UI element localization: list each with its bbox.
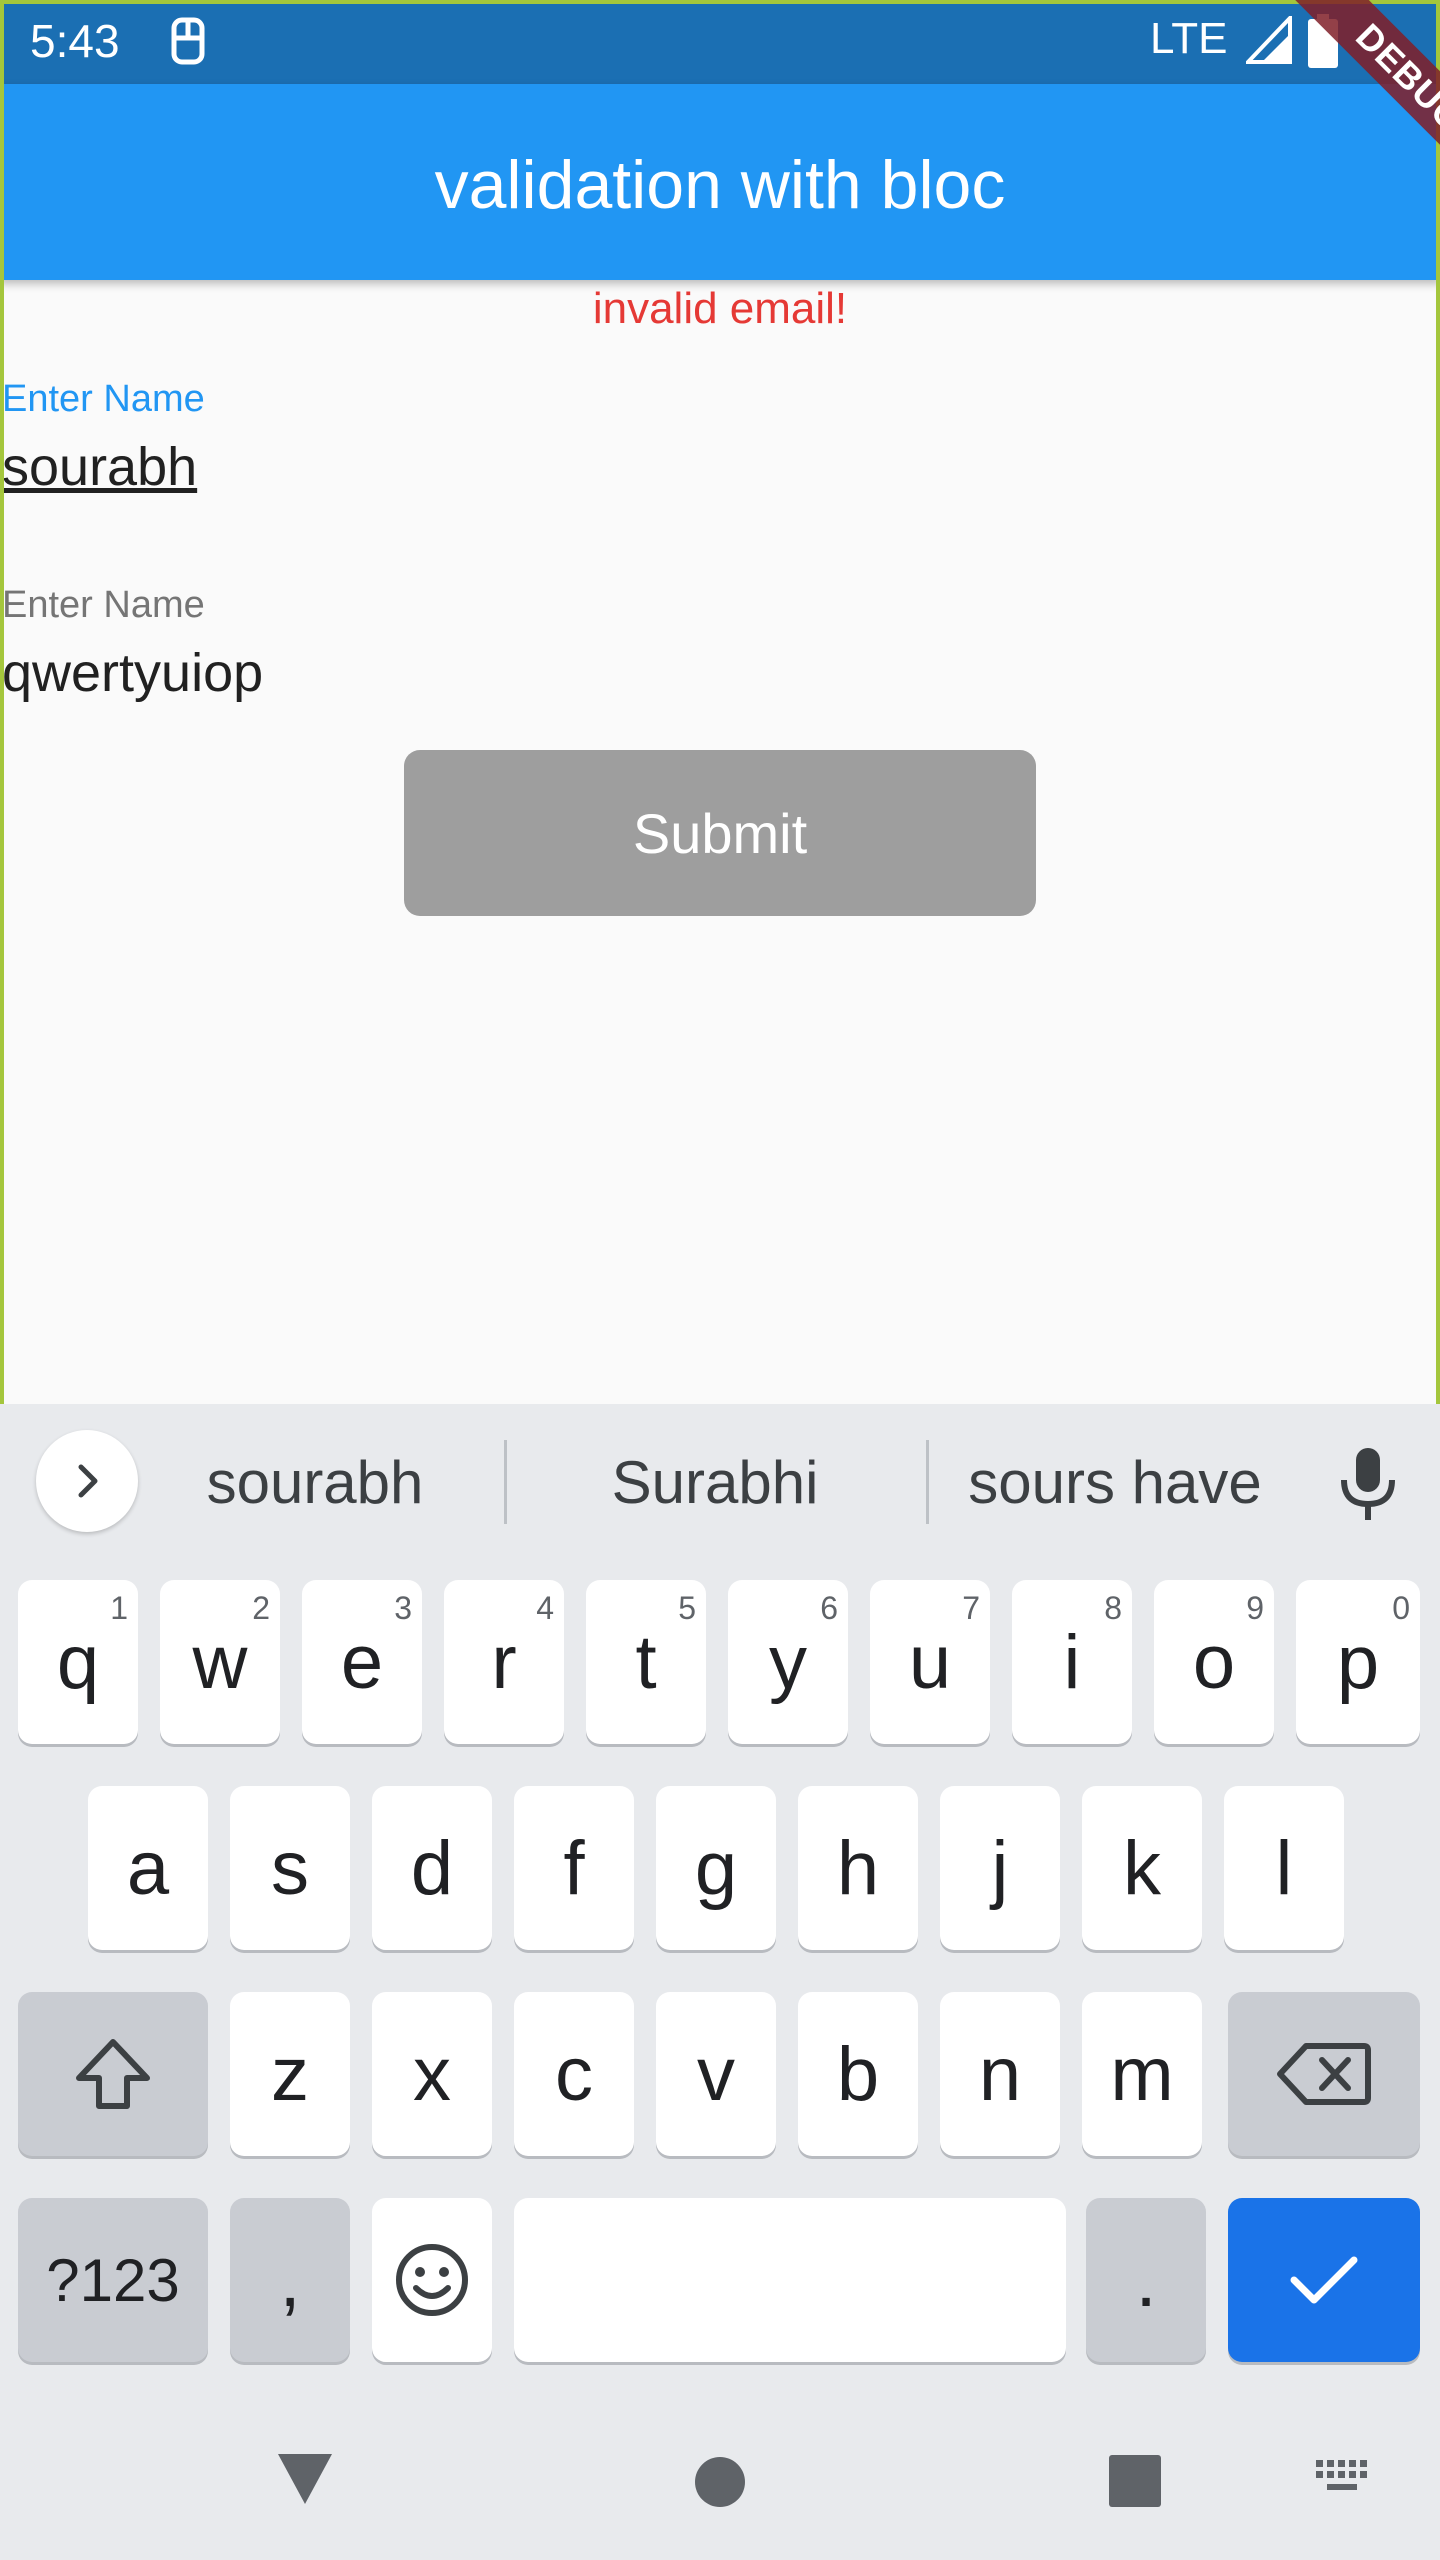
key-n[interactable]: n <box>940 1992 1060 2156</box>
error-message: invalid email! <box>592 284 848 333</box>
key-k[interactable]: k <box>1082 1786 1202 1950</box>
debug-banner-text: DEBUG <box>1285 0 1440 200</box>
recents-icon[interactable] <box>1108 2454 1162 2508</box>
debug-banner: DEBUG <box>1240 0 1440 200</box>
comma-key[interactable]: , <box>230 2198 350 2362</box>
checkmark-icon <box>1290 2256 1358 2304</box>
key-e[interactable]: e3 <box>302 1580 422 1744</box>
name-field[interactable]: sourabh <box>2 436 197 498</box>
shift-key[interactable] <box>18 1992 208 2156</box>
status-time: 5:43 <box>30 15 120 67</box>
key-l[interactable]: l <box>1224 1786 1344 1950</box>
suggestion-3[interactable]: sours have <box>930 1448 1300 1517</box>
key-i[interactable]: i8 <box>1012 1580 1132 1744</box>
status-bar: 5:43 LTE <box>0 0 1440 84</box>
key-x[interactable]: x <box>372 1992 492 2156</box>
home-icon[interactable] <box>694 2456 746 2508</box>
sim-icon <box>171 17 205 65</box>
key-s[interactable]: s <box>230 1786 350 1950</box>
key-p[interactable]: p0 <box>1296 1580 1420 1744</box>
soft-keyboard: sourabh Surabhi sours have q1 w2 e3 r4 t… <box>0 1404 1440 2560</box>
key-o[interactable]: o9 <box>1154 1580 1274 1744</box>
suggestion-divider <box>504 1440 507 1524</box>
emoji-key[interactable] <box>372 2198 492 2362</box>
suggestion-2[interactable]: Surabhi <box>520 1448 910 1517</box>
key-h[interactable]: h <box>798 1786 918 1950</box>
emoji-icon <box>396 2244 468 2316</box>
microphone-icon[interactable] <box>1336 1444 1400 1524</box>
symbols-key[interactable]: ?123 <box>18 2198 208 2362</box>
key-w[interactable]: w2 <box>160 1580 280 1744</box>
key-f[interactable]: f <box>514 1786 634 1950</box>
navigation-bar <box>0 2408 1440 2560</box>
key-a[interactable]: a <box>88 1786 208 1950</box>
space-key[interactable] <box>514 2198 1066 2362</box>
key-g[interactable]: g <box>656 1786 776 1950</box>
key-u[interactable]: u7 <box>870 1580 990 1744</box>
key-t[interactable]: t5 <box>586 1580 706 1744</box>
key-c[interactable]: c <box>514 1992 634 2156</box>
key-z[interactable]: z <box>230 1992 350 2156</box>
key-j[interactable]: j <box>940 1786 1060 1950</box>
name-field-label: Enter Name <box>2 378 205 420</box>
submit-button-label: Submit <box>632 801 808 865</box>
email-field-label: Enter Name <box>2 584 205 626</box>
key-r[interactable]: r4 <box>444 1580 564 1744</box>
expand-toolbar-button[interactable] <box>36 1430 138 1532</box>
network-type: LTE <box>1150 14 1228 63</box>
shift-icon <box>76 2039 150 2109</box>
backspace-icon <box>1277 2043 1371 2105</box>
keyboard-switch-icon[interactable] <box>1314 2458 1370 2498</box>
submit-button[interactable]: Submit <box>404 750 1036 916</box>
key-m[interactable]: m <box>1082 1992 1202 2156</box>
key-d[interactable]: d <box>372 1786 492 1950</box>
backspace-key[interactable] <box>1228 1992 1420 2156</box>
chevron-right-icon <box>78 1464 98 1498</box>
suggestion-bar: sourabh Surabhi sours have <box>0 1404 1440 1556</box>
done-key[interactable] <box>1228 2198 1420 2362</box>
email-field[interactable]: qwertyuiop <box>2 642 263 704</box>
period-key[interactable]: . <box>1086 2198 1206 2362</box>
suggestion-divider <box>926 1440 929 1524</box>
key-v[interactable]: v <box>656 1992 776 2156</box>
key-y[interactable]: y6 <box>728 1580 848 1744</box>
suggestion-1[interactable]: sourabh <box>140 1448 490 1517</box>
key-q[interactable]: q1 <box>18 1580 138 1744</box>
key-b[interactable]: b <box>798 1992 918 2156</box>
app-bar: validation with bloc <box>0 84 1440 280</box>
page-title: validation with bloc <box>434 147 1006 223</box>
back-icon[interactable] <box>276 2452 334 2506</box>
